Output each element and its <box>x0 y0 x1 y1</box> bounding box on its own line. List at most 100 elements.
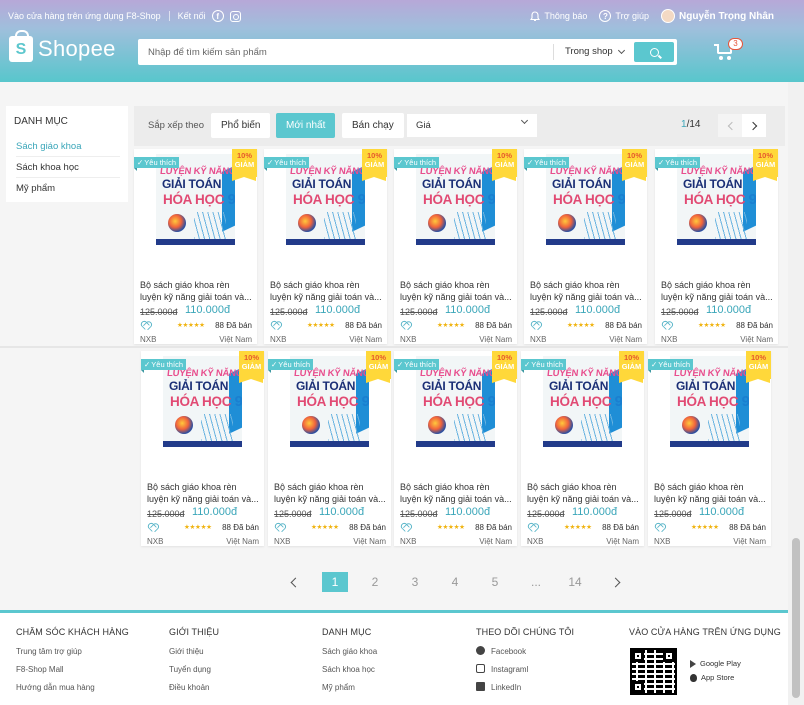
heart-icon[interactable] <box>401 524 409 531</box>
cover-illustration <box>168 214 186 232</box>
check-icon: ✓ <box>271 360 278 369</box>
product-name-line1: Bộ sách giáo khoa rèn <box>400 280 490 290</box>
discount-label: GIẢM <box>755 159 776 169</box>
heart-icon[interactable] <box>528 524 536 531</box>
google-play-link[interactable]: Google Play <box>690 659 741 668</box>
heart-icon[interactable] <box>662 322 670 329</box>
pagination-prev-button[interactable] <box>282 572 308 592</box>
instagram-link[interactable]: Instagraml <box>476 663 574 681</box>
product-card[interactable]: LUYỆN KỸ NĂNG GIẢI TOÁN HÓA HỌC 9 ✓ Yêu t… <box>648 351 771 546</box>
product-card[interactable]: LUYỆN KỸ NĂNG GIẢI TOÁN HÓA HỌC 9 ✓ Yêu t… <box>524 149 647 344</box>
product-name[interactable]: Bộ sách giáo khoa rèn luyện kỹ năng giải… <box>147 481 259 505</box>
product-name[interactable]: Bộ sách giáo khoa rèn luyện kỹ năng giải… <box>527 481 639 505</box>
product-card[interactable]: LUYỆN KỸ NĂNG GIẢI TOÁN HÓA HỌC 9 ✓ Yêu t… <box>134 149 257 344</box>
sale-price: 110.000đ <box>185 304 231 316</box>
product-name[interactable]: Bộ sách giáo khoa rèn luyện kỹ năng giải… <box>530 279 642 303</box>
sort-popular-button[interactable]: Phổ biến <box>211 113 271 138</box>
cart-button[interactable]: 3 <box>714 38 743 62</box>
pagination-next-button[interactable] <box>602 572 628 592</box>
heart-icon[interactable] <box>148 524 156 531</box>
cover-grade: 9 <box>748 191 756 208</box>
product-card[interactable]: LUYỆN KỸ NĂNG GIẢI TOÁN HÓA HỌC 9 ✓ Yêu t… <box>394 149 517 344</box>
cover-title-line3: HÓA HỌC 9 <box>163 191 235 208</box>
google-play-icon <box>690 659 696 668</box>
product-card[interactable]: LUYỆN KỸ NĂNG GIẢI TOÁN HÓA HỌC 9 ✓ Yêu t… <box>394 351 517 546</box>
footer-link[interactable]: Điều khoản <box>169 681 219 699</box>
next-page-button[interactable] <box>742 114 766 137</box>
sort-bestseller-button[interactable]: Bán chạy <box>342 113 404 138</box>
heart-icon[interactable] <box>275 524 283 531</box>
origin-label: Việt Nam <box>353 537 386 546</box>
product-card[interactable]: LUYỆN KỸ NĂNG GIẢI TOÁN HÓA HỌC 9 ✓ Yêu t… <box>141 351 264 546</box>
product-name[interactable]: Bộ sách giáo khoa rèn luyện kỹ năng giải… <box>140 279 252 303</box>
scrollbar-thumb[interactable] <box>792 538 800 698</box>
sidebar-item-cosmetics[interactable]: Mỹ phẩm <box>16 178 120 199</box>
cover-illustration <box>708 414 740 442</box>
category-sidebar: DANH MỤC Sách giáo khoa Sách khoa học Mỹ… <box>6 106 128 202</box>
favorite-badge: ✓ Yêu thích <box>655 157 700 171</box>
prev-page-button[interactable] <box>718 114 742 137</box>
page-4-button[interactable]: 4 <box>442 572 468 592</box>
page-5-button[interactable]: 5 <box>482 572 508 592</box>
page-14-button[interactable]: 14 <box>562 572 588 592</box>
footer-link[interactable]: Hướng dẫn mua hàng <box>16 681 129 699</box>
sidebar-item-science-books[interactable]: Sách khoa học <box>16 157 120 178</box>
product-name[interactable]: Bộ sách giáo khoa rèn luyện kỹ năng giải… <box>400 481 512 505</box>
sale-price: 110.000đ <box>319 506 365 518</box>
chevron-left-icon <box>290 577 300 588</box>
heart-icon[interactable] <box>401 322 409 329</box>
footer-link[interactable]: Trung tâm trợ giúp <box>16 645 129 663</box>
search-button[interactable] <box>634 42 674 62</box>
product-name[interactable]: Bộ sách giáo khoa rèn luyện kỹ năng giải… <box>274 481 386 505</box>
page-3-button[interactable]: 3 <box>402 572 428 592</box>
product-card[interactable]: LUYỆN KỸ NĂNG GIẢI TOÁN HÓA HỌC 9 ✓ Yêu t… <box>264 149 387 344</box>
cover-grade: 9 <box>487 191 495 208</box>
sidebar-item-textbooks[interactable]: Sách giáo khoa <box>16 136 120 157</box>
footer-link[interactable]: Giới thiệu <box>169 645 219 663</box>
footer-link[interactable]: Sách khoa học <box>322 663 377 681</box>
chevron-down-icon <box>520 116 529 125</box>
footer-link[interactable]: F8-Shop Mall <box>16 663 129 681</box>
footer-col-customer-care: CHĂM SÓC KHÁCH HÀNG Trung tâm trợ giúp F… <box>16 627 129 699</box>
heart-icon[interactable] <box>271 322 279 329</box>
footer-link[interactable]: Sách giáo khoa <box>322 645 377 663</box>
heart-icon[interactable] <box>141 322 149 329</box>
favorite-label: Yêu thích <box>658 360 690 369</box>
scrollbar[interactable] <box>788 82 804 705</box>
footer-link[interactable]: Mỹ phẩm <box>322 681 377 699</box>
facebook-label: Facebook <box>491 647 527 656</box>
page-1-button[interactable]: 1 <box>322 572 348 592</box>
heart-icon[interactable] <box>655 524 663 531</box>
product-name[interactable]: Bộ sách giáo khoa rèn luyện kỹ năng giải… <box>661 279 773 303</box>
product-card[interactable]: LUYỆN KỸ NĂNG GIẢI TOÁN HÓA HỌC 9 ✓ Yêu t… <box>268 351 391 546</box>
app-store-link[interactable]: App Store <box>690 673 734 682</box>
page-2-button[interactable]: 2 <box>362 572 388 592</box>
cover-illustration <box>194 212 226 240</box>
cover-title-line2: GIẢI TOÁN <box>162 177 222 191</box>
user-menu[interactable]: Nguyễn Trọng Nhân <box>661 9 774 23</box>
notifications-link[interactable]: Thông báo <box>530 10 587 22</box>
heart-icon[interactable] <box>531 322 539 329</box>
product-name[interactable]: Bộ sách giáo khoa rèn luyện kỹ năng giải… <box>400 279 512 303</box>
search-scope-select[interactable]: Trong shop <box>565 46 625 57</box>
footer-link[interactable]: Tuyển dụng <box>169 663 219 681</box>
price-sort-select[interactable]: Giá <box>407 114 537 137</box>
facebook-icon[interactable]: f <box>211 10 224 22</box>
search-input[interactable] <box>148 39 548 65</box>
product-card[interactable]: LUYỆN KỸ NĂNG GIẢI TOÁN HÓA HỌC 9 ✓ Yêu t… <box>521 351 644 546</box>
cover-title-line2: GIẢI TOÁN <box>422 379 482 393</box>
instagram-icon[interactable] <box>229 10 241 22</box>
product-name[interactable]: Bộ sách giáo khoa rèn luyện kỹ năng giải… <box>654 481 766 505</box>
sort-newest-button[interactable]: Mới nhất <box>276 113 336 138</box>
linkedin-link[interactable]: LinkedIn <box>476 681 574 699</box>
help-link[interactable]: ? Trợ giúp <box>599 10 649 22</box>
app-store-link[interactable]: Vào cửa hàng trên ứng dụng F8-Shop <box>8 11 161 21</box>
rating-stars: ★★★★★ <box>567 322 595 329</box>
product-card[interactable]: LUYỆN KỸ NĂNG GIẢI TOÁN HÓA HỌC 9 ✓ Yêu t… <box>655 149 778 344</box>
logo[interactable]: S Shopee <box>9 30 116 62</box>
rating-stars: ★★★★★ <box>184 524 212 531</box>
facebook-link[interactable]: Facebook <box>476 645 574 663</box>
product-name[interactable]: Bộ sách giáo khoa rèn luyện kỹ năng giải… <box>270 279 382 303</box>
mini-page-indicator: 1/14 <box>681 119 700 130</box>
footer-heading: GIỚI THIỆU <box>169 627 220 637</box>
